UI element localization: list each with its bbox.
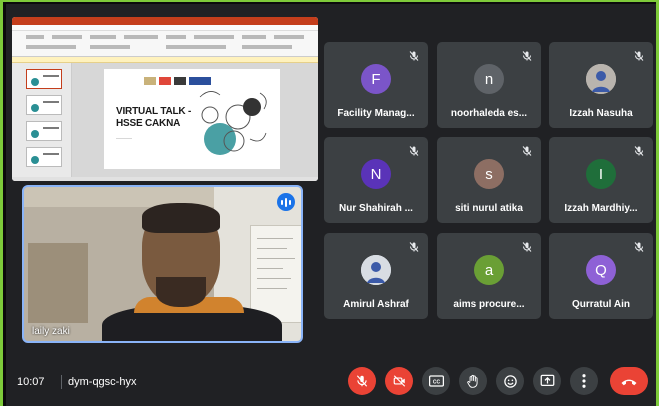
emoji-button[interactable] <box>496 367 524 395</box>
participant-avatar: s <box>474 159 504 189</box>
slide-title: VIRTUAL TALK - HSSE CAKNA <box>116 106 196 130</box>
mic-off-icon <box>409 51 419 61</box>
mic-off-icon <box>634 146 644 156</box>
mic-off-icon <box>356 375 368 387</box>
participant-avatar: n <box>474 64 504 94</box>
participant-name: aims procure... <box>453 299 525 310</box>
raise-hand-icon <box>467 374 478 388</box>
participant-name: Izzah Mardhiy... <box>564 203 638 214</box>
self-video-tile[interactable]: laily zaki <box>22 185 303 343</box>
mic-off-icon <box>522 242 532 252</box>
participant-tile[interactable]: I Izzah Mardhiy... <box>549 137 653 223</box>
slide-subtitle: ———— <box>116 135 132 140</box>
svg-text:CC: CC <box>432 380 440 386</box>
raise-hand-button[interactable] <box>459 367 487 395</box>
person-beard <box>156 277 206 307</box>
ppt-titlebar <box>12 17 318 25</box>
participant-name: Qurratul Ain <box>572 299 630 310</box>
current-slide: VIRTUAL TALK - HSSE CAKNA ———— <box>104 69 280 169</box>
meeting-time: 10:07 <box>17 376 45 388</box>
participant-tile[interactable]: Q Qurratul Ain <box>549 233 653 319</box>
participant-name: Izzah Nasuha <box>569 108 633 119</box>
divider <box>61 375 62 389</box>
slide-thumbnail <box>26 121 62 141</box>
slide-title-line: VIRTUAL TALK - <box>116 106 192 117</box>
participant-tile[interactable]: Amirul Ashraf <box>324 233 428 319</box>
participant-name: siti nurul atika <box>455 203 523 214</box>
participant-tile[interactable]: F Facility Manag... <box>324 42 428 128</box>
presentation-tile[interactable]: VIRTUAL TALK - HSSE CAKNA ———— <box>12 17 318 181</box>
leave-call-button[interactable] <box>610 367 648 395</box>
background-whiteboard <box>250 225 301 323</box>
leave-call-icon <box>621 379 637 385</box>
captions-button[interactable]: CC <box>422 367 450 395</box>
meeting-code: dym-qgsc-hyx <box>68 376 137 388</box>
mic-toggle-button[interactable] <box>348 367 376 395</box>
person-hair <box>142 203 220 233</box>
meet-stage: VIRTUAL TALK - HSSE CAKNA ———— laily zak… <box>6 4 656 406</box>
participant-tile[interactable]: n noorhaleda es... <box>437 42 541 128</box>
participant-avatar <box>586 64 616 94</box>
ppt-ribbon-tools <box>12 31 318 57</box>
participant-avatar: N <box>361 159 391 189</box>
slide-title-line: HSSE CAKNA <box>116 118 181 129</box>
mic-off-icon <box>522 146 532 156</box>
participant-avatar <box>361 255 391 285</box>
more-options-button[interactable] <box>570 367 598 395</box>
participant-avatar: F <box>361 64 391 94</box>
participant-avatar: Q <box>586 255 616 285</box>
participant-name: Nur Shahirah ... <box>339 203 413 214</box>
participant-name: noorhaleda es... <box>450 108 528 119</box>
mic-off-icon <box>634 242 644 252</box>
emoji-icon <box>503 374 517 388</box>
participant-tile[interactable]: Izzah Nasuha <box>549 42 653 128</box>
captions-icon: CC <box>428 375 444 387</box>
slide-thumbnail <box>26 95 62 115</box>
mic-off-icon <box>522 51 532 61</box>
present-button[interactable] <box>533 367 561 395</box>
participant-tile[interactable]: a aims procure... <box>437 233 541 319</box>
slide-graphic <box>199 91 267 155</box>
camera-off-icon <box>393 375 405 387</box>
background-shelf <box>28 243 88 323</box>
profile-photo-icon <box>586 64 616 94</box>
profile-photo-icon <box>361 255 391 285</box>
audio-level-icon <box>277 193 295 211</box>
ppt-statusbar <box>12 177 318 181</box>
participant-tile[interactable]: N Nur Shahirah ... <box>324 137 428 223</box>
participant-name: Amirul Ashraf <box>343 299 409 310</box>
more-vert-icon <box>582 374 586 388</box>
slide-canvas: VIRTUAL TALK - HSSE CAKNA ———— <box>72 63 318 177</box>
participant-avatar: I <box>586 159 616 189</box>
participant-avatar: a <box>474 255 504 285</box>
slide-thumbnails <box>12 63 72 177</box>
mic-off-icon <box>409 146 419 156</box>
slide-thumbnail <box>26 69 62 89</box>
slide-thumbnail <box>26 147 62 167</box>
participant-name: Facility Manag... <box>337 108 415 119</box>
self-name-label: laily zaki <box>32 326 70 337</box>
present-icon <box>540 374 554 386</box>
mic-off-icon <box>634 51 644 61</box>
participant-tile[interactable]: s siti nurul atika <box>437 137 541 223</box>
camera-toggle-button[interactable] <box>385 367 413 395</box>
mic-off-icon <box>409 242 419 252</box>
